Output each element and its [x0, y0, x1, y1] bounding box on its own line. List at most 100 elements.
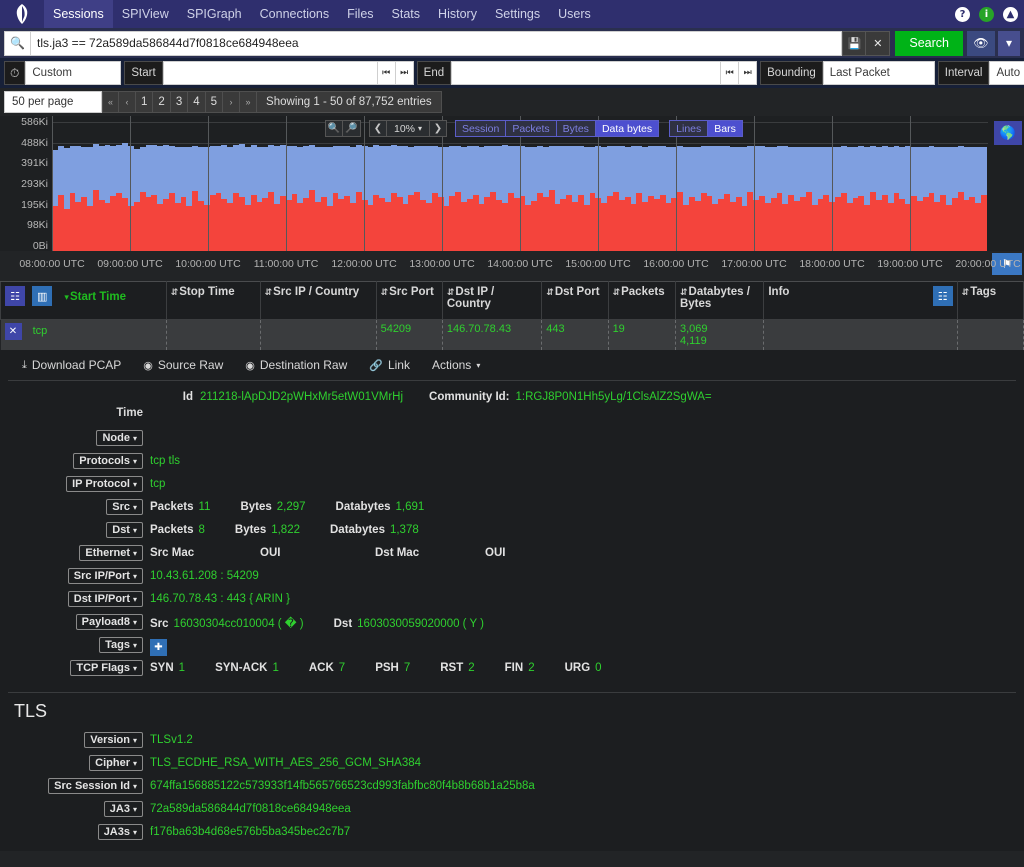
page-4-button[interactable]: 4 — [188, 91, 206, 113]
tls-ja3-dropdown[interactable]: JA3 ▾ — [103, 801, 143, 817]
nav-item-spiview[interactable]: SPIView — [113, 0, 178, 28]
dst-ip-port-dropdown[interactable]: Dst IP/Port ▾ — [67, 591, 143, 607]
pair-value[interactable]: 2,297 — [277, 501, 306, 513]
add-tag-icon[interactable]: ✚ — [150, 639, 167, 656]
zoom-level-select[interactable]: 10% ▾ — [387, 120, 429, 137]
pair-value[interactable]: 8 — [198, 524, 204, 536]
zoom-out-icon[interactable]: 🔍 — [325, 120, 343, 137]
payload8-dropdown[interactable]: Payload8 ▾ — [75, 614, 143, 630]
nav-item-spigraph[interactable]: SPIGraph — [178, 0, 251, 28]
src-ip-port-dropdown[interactable]: Src IP/Port ▾ — [67, 568, 143, 584]
download-pcap-button[interactable]: ⤓ Download PCAP — [22, 358, 121, 372]
cell-tags[interactable] — [957, 319, 1024, 350]
metric-packets-button[interactable]: Packets — [506, 120, 557, 137]
help-icon[interactable]: ? — [955, 6, 970, 22]
field-value[interactable]: 674ffa156885122c573933f14fb565766523cd99… — [150, 778, 1024, 792]
metric-databytes-button[interactable]: Data bytes — [595, 120, 660, 137]
nav-item-stats[interactable]: Stats — [383, 0, 430, 28]
search-icon[interactable]: 🔍 — [4, 30, 30, 56]
close-icon[interactable]: ✕ — [4, 323, 22, 340]
cell-stop-time[interactable] — [166, 319, 261, 350]
cell-databytes[interactable]: 3,069 4,119 — [675, 319, 765, 350]
collapse-up-icon[interactable]: ▲ — [1003, 6, 1018, 22]
col-info[interactable]: Info ☷ — [763, 281, 958, 320]
ethernet-dropdown[interactable]: Ethernet ▾ — [79, 545, 143, 561]
field-value[interactable]: tcp tls — [150, 453, 1024, 467]
page-next-button[interactable]: › — [223, 91, 241, 113]
field-value[interactable]: f176ba63b4d68e576b5ba345bec2c7b7 — [150, 824, 1024, 838]
page-prev-button[interactable]: ‹ — [119, 91, 137, 113]
nav-item-sessions[interactable]: Sessions — [44, 0, 113, 28]
field-value[interactable]: TLSv1.2 — [150, 732, 1024, 746]
tls-cipher-dropdown[interactable]: Cipher ▾ — [89, 755, 143, 771]
link-button[interactable]: 🔗 Link — [369, 358, 410, 372]
nav-item-users[interactable]: Users — [549, 0, 600, 28]
chevron-left-icon[interactable]: ❮ — [369, 120, 387, 137]
col-src-port[interactable]: ⇵Src Port — [375, 281, 443, 320]
pair-value[interactable]: 2 — [528, 662, 534, 674]
field-value[interactable]: tcp — [150, 476, 1024, 490]
pair-value[interactable]: 1 — [179, 662, 185, 674]
cell-packets[interactable]: 19 — [608, 319, 676, 350]
column-settings-icon[interactable]: ☷ — [932, 286, 953, 306]
community-id-value[interactable]: 1:RGJ8P0N1Hh5yLg/1ClsAlZ2SgWA= — [516, 391, 712, 403]
end-last-icon[interactable]: ⏭ — [739, 61, 758, 85]
pair-value[interactable]: 1,822 — [271, 524, 300, 536]
nav-item-history[interactable]: History — [429, 0, 486, 28]
start-time-input[interactable] — [162, 61, 378, 85]
start-last-icon[interactable]: ⏭ — [395, 61, 414, 85]
protocols-dropdown[interactable]: Protocols ▾ — [73, 453, 143, 469]
field-value[interactable]: 72a589da586844d7f0818ce684948eea — [150, 801, 1024, 815]
cell-src-port[interactable]: 54209 — [376, 319, 443, 350]
cell-dst-port[interactable]: 443 — [541, 319, 609, 350]
metric-session-button[interactable]: Session — [454, 120, 507, 137]
source-raw-button[interactable]: ◉ Source Raw — [143, 358, 223, 372]
per-page-select[interactable]: 50 per page — [4, 91, 102, 113]
metric-bytes-button[interactable]: Bytes — [556, 120, 596, 137]
style-lines-button[interactable]: Lines — [669, 120, 709, 137]
column-view-icon[interactable]: ▥ — [32, 286, 53, 306]
destination-raw-button[interactable]: ◉ Destination Raw — [245, 358, 347, 372]
pair-value[interactable]: 1603030059020000 ( Y ) — [357, 618, 484, 630]
close-icon[interactable]: ✕ — [866, 30, 891, 56]
page-5-button[interactable]: 5 — [205, 91, 224, 113]
pair-value[interactable]: 11 — [198, 501, 210, 513]
time-range-select[interactable]: Custom — [25, 61, 122, 85]
cell-info[interactable] — [763, 319, 958, 350]
page-1-button[interactable]: 1 — [136, 91, 154, 113]
pair-value[interactable]: 2 — [468, 662, 474, 674]
id-value[interactable]: 211218-lApDJD2pWHxMr5etW01VMrHj — [200, 391, 403, 403]
nav-item-files[interactable]: Files — [338, 0, 382, 28]
tls-ja3s-dropdown[interactable]: JA3s ▾ — [97, 824, 143, 840]
eye-icon[interactable]: 👁 — [967, 30, 995, 56]
bounding-select[interactable]: Last Packet — [822, 61, 935, 85]
info-icon[interactable]: i — [979, 6, 994, 22]
tls-version-dropdown[interactable]: Version ▾ — [84, 732, 143, 748]
zoom-in-icon[interactable]: 🔎 — [343, 120, 361, 137]
col-dst-ip[interactable]: ⇵Dst IP / Country — [441, 281, 543, 320]
page-3-button[interactable]: 3 — [170, 91, 189, 113]
pair-value[interactable]: 7 — [404, 662, 410, 674]
search-input[interactable] — [30, 30, 843, 56]
tags-dropdown[interactable]: Tags ▾ — [99, 637, 143, 653]
pair-value[interactable]: 7 — [339, 662, 345, 674]
arkime-logo-icon[interactable] — [0, 0, 44, 28]
pair-value[interactable]: 1,378 — [390, 524, 419, 536]
cell-dst-ip[interactable]: 146.70.78.43 — [442, 319, 543, 350]
start-first-icon[interactable]: ⏮ — [377, 61, 396, 85]
src-dropdown[interactable]: Src ▾ — [106, 499, 143, 515]
end-time-input[interactable] — [451, 61, 722, 85]
pair-value[interactable]: 0 — [595, 662, 601, 674]
nav-item-settings[interactable]: Settings — [486, 0, 549, 28]
table-row[interactable]: ✕ tcp 54209 146.70.78.43 443 19 3,069 4,… — [0, 319, 1024, 350]
col-src-ip[interactable]: ⇵Src IP / Country — [259, 281, 377, 320]
node-dropdown[interactable]: Node ▾ — [96, 430, 143, 446]
col-packets[interactable]: ⇵Packets — [607, 281, 676, 320]
col-tags[interactable]: ⇵Tags — [956, 281, 1024, 320]
cell-src-ip[interactable] — [260, 319, 377, 350]
field-value[interactable]: 146.70.78.43 : 443 { ARIN } — [150, 591, 1024, 605]
col-stop-time[interactable]: ⇵Stop Time — [165, 281, 261, 320]
interval-select[interactable]: Auto — [989, 61, 1024, 85]
col-databytes[interactable]: ⇵Databytes / Bytes — [674, 281, 765, 320]
style-bars-button[interactable]: Bars — [708, 120, 743, 137]
